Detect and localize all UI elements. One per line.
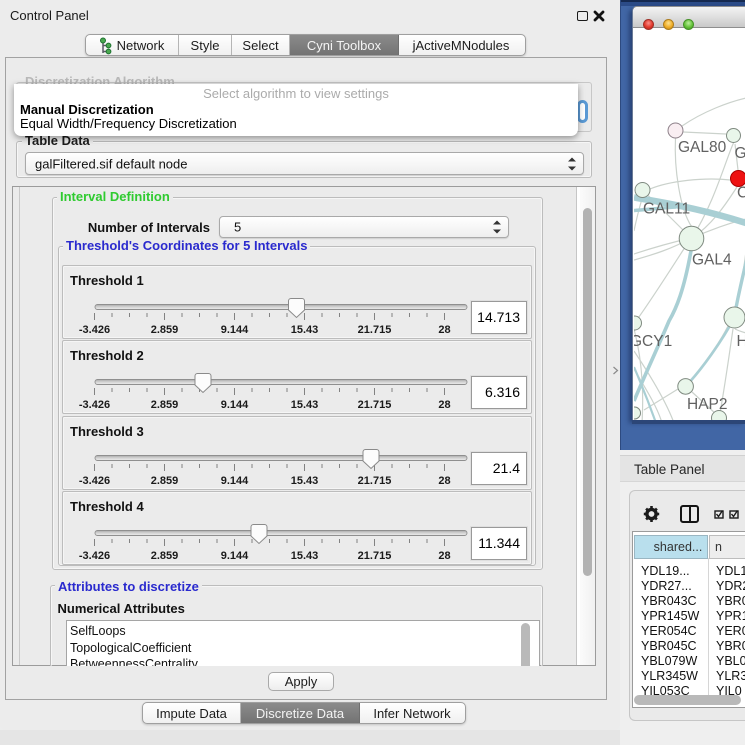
svg-text:HA: HA: [737, 333, 745, 350]
svg-text:GAL11: GAL11: [643, 201, 690, 218]
svg-text:GAL80: GAL80: [678, 139, 727, 156]
svg-text:GAL4: GAL4: [692, 252, 732, 269]
svg-text:GCY1: GCY1: [634, 333, 672, 350]
svg-text:CD: CD: [737, 185, 745, 202]
svg-text:GA: GA: [735, 145, 745, 162]
svg-text:HAP2: HAP2: [687, 396, 728, 413]
